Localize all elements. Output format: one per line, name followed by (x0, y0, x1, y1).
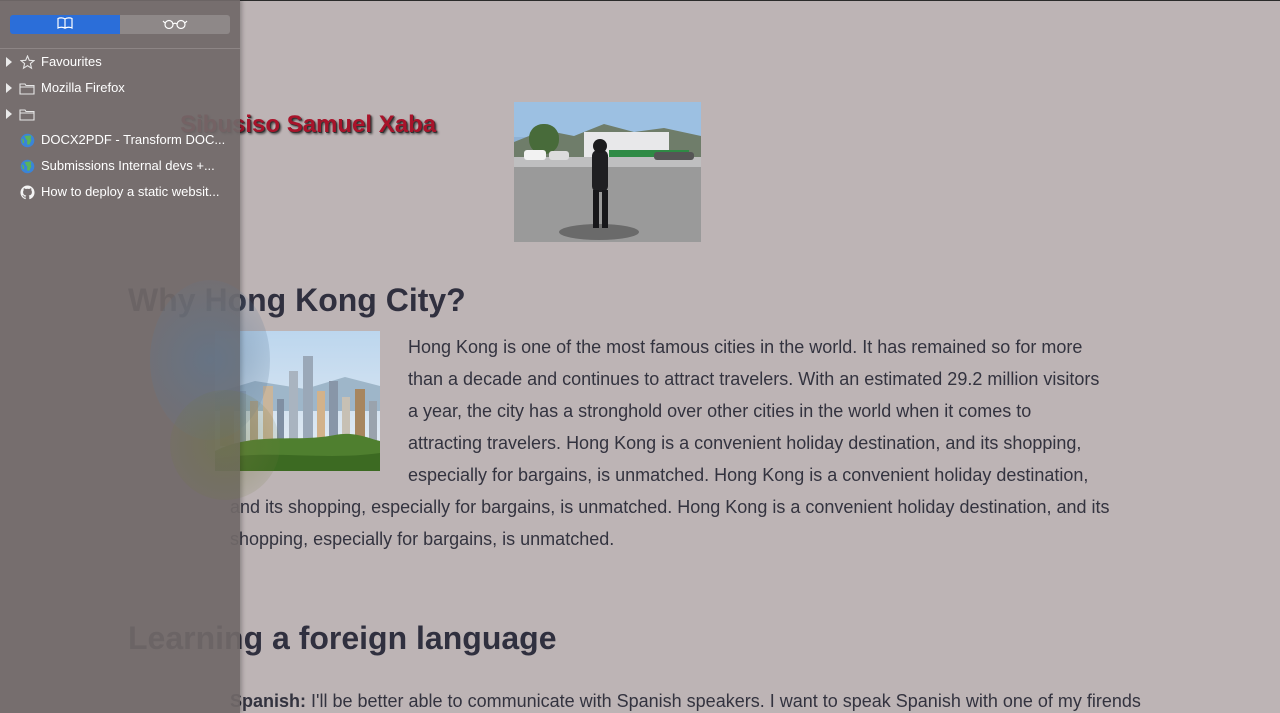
city-paragraph-continued: and its shopping, especially for bargain… (230, 497, 1110, 549)
globe-icon (19, 158, 35, 174)
glasses-icon (162, 16, 188, 34)
sidebar-item-label: DOCX2PDF - Transform DOC... (41, 132, 226, 147)
sidebar-item-label: Submissions Internal devs +... (41, 158, 215, 173)
github-icon (19, 184, 35, 200)
bookmark-deploy-static-website[interactable]: How to deploy a static websit... (0, 179, 240, 205)
book-icon (57, 16, 73, 34)
reading-list-tab[interactable] (120, 15, 230, 34)
bookmark-folder-mozilla-firefox[interactable]: Mozilla Firefox (0, 75, 240, 101)
folder-icon (19, 106, 35, 122)
bookmark-docx2pdf[interactable]: DOCX2PDF - Transform DOC... (0, 127, 240, 153)
profile-photo (514, 102, 701, 242)
sidebar-item-label: Favourites (41, 54, 102, 69)
globe-icon (19, 132, 35, 148)
bookmarks-sidebar: Favourites Mozilla Firefox DOCX2PDF - Tr… (0, 0, 280, 713)
language-paragraph: Spanish: I'll be better able to communic… (230, 691, 1141, 712)
bookmark-folder-favourites[interactable]: Favourites (0, 49, 240, 75)
star-icon (19, 54, 35, 70)
disclosure-triangle-icon[interactable] (6, 57, 12, 67)
bookmarks-tab[interactable] (10, 15, 120, 34)
sidebar-item-label: Mozilla Firefox (41, 80, 125, 95)
folder-icon (19, 80, 35, 96)
language-text: I'll be better able to communicate with … (311, 691, 1141, 711)
language-label: Spanish: (230, 691, 307, 711)
sidebar-segmented-control (10, 15, 230, 34)
disclosure-triangle-icon[interactable] (6, 109, 12, 119)
disclosure-triangle-icon[interactable] (6, 83, 12, 93)
city-paragraph: Hong Kong is one of the most famous citi… (408, 337, 1100, 485)
bookmarks-list: Favourites Mozilla Firefox DOCX2PDF - Tr… (0, 49, 240, 205)
sidebar-item-label: How to deploy a static websit... (41, 184, 220, 199)
bookmark-folder-untitled[interactable] (0, 101, 240, 127)
bookmark-submissions[interactable]: Submissions Internal devs +... (0, 153, 240, 179)
sidebar-backdrop-blur (170, 390, 280, 500)
